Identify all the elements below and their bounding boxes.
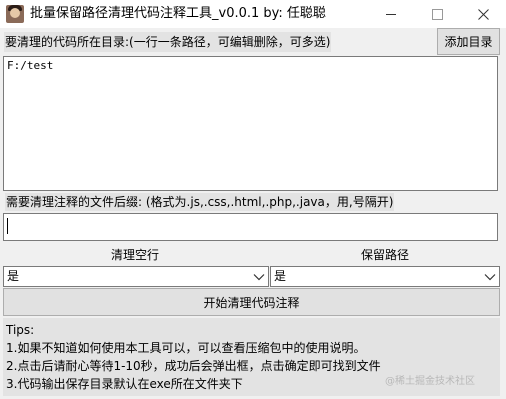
clear-empty-select[interactable]: 是 <box>3 266 269 287</box>
close-icon <box>477 8 489 20</box>
avatar-app-icon <box>6 5 24 23</box>
watermark: @稀土掘金技术社区 <box>385 376 475 387</box>
chevron-down-icon <box>253 274 265 281</box>
minimize-button[interactable] <box>368 0 414 28</box>
keep-path-value: 是 <box>274 269 287 283</box>
keep-path-select[interactable]: 是 <box>270 266 500 287</box>
title-bar[interactable]: 批量保留路径清理代码注释工具_v0.0.1 by: 任聪聪 <box>0 0 506 28</box>
tips-line: 1.如果不知道如何使用本工具可以，可以查看压缩包中的使用说明。 <box>6 341 366 355</box>
window-title: 批量保留路径清理代码注释工具_v0.0.1 by: 任聪聪 <box>30 6 326 21</box>
chevron-down-icon <box>484 274 496 281</box>
maximize-button[interactable] <box>414 0 460 28</box>
start-clean-button[interactable]: 开始清理代码注释 <box>3 288 500 316</box>
add-dir-button[interactable]: 添加目录 <box>437 28 500 55</box>
text-caret <box>7 218 8 234</box>
clear-empty-value: 是 <box>7 269 20 283</box>
maximize-icon <box>431 8 443 20</box>
keep-path-label: 保留路径 <box>360 248 409 262</box>
dir-textarea[interactable]: F:/test <box>3 56 498 191</box>
dir-label: 要清理的代码所在目录:(一行一条路径，可编辑删除，可多选) <box>4 32 332 52</box>
tips-heading: Tips: <box>6 323 35 337</box>
suffix-input[interactable] <box>3 213 498 241</box>
suffix-label: 需要清理注释的文件后缀: (格式为.js,.css,.html,.php,.ja… <box>5 193 395 211</box>
tips-line: 2.点击后请耐心等待1-10秒，成功后会弹出框，点击确定即可找到文件 <box>6 359 381 373</box>
minimize-icon <box>386 13 396 15</box>
close-button[interactable] <box>460 0 506 28</box>
clear-empty-label: 清理空行 <box>110 248 159 262</box>
